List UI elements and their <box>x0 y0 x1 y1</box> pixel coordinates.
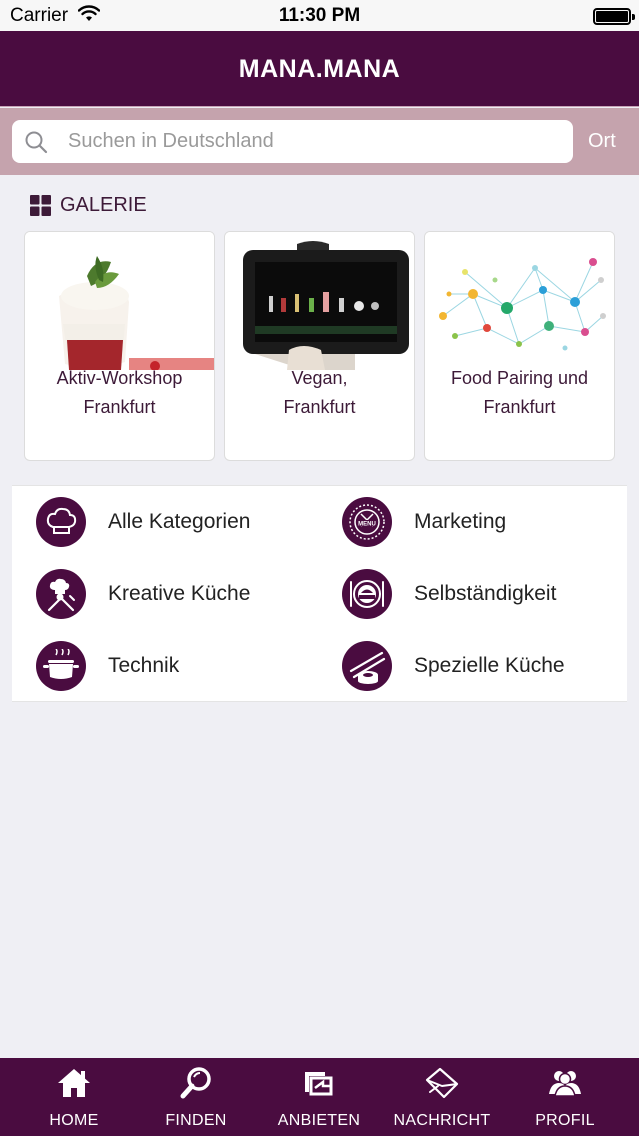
tab-label: NACHRICHT <box>393 1112 491 1129</box>
card-title: Aktiv-Workshop <box>56 368 183 388</box>
search-bar: Suchen in Deutschland Ort <box>0 108 639 175</box>
category-label: Technik <box>108 654 180 677</box>
search-placeholder: Suchen in Deutschland <box>68 130 274 152</box>
category-spezielle-kueche[interactable]: Spezielle Küche <box>342 640 565 692</box>
svg-text:MENU: MENU <box>358 522 376 528</box>
tab-home[interactable]: HOME <box>14 1058 134 1136</box>
card-location: Frankfurt <box>483 397 556 417</box>
search-icon <box>25 131 48 154</box>
chef-cutlery-icon <box>36 569 86 619</box>
tab-label: PROFIL <box>535 1112 595 1129</box>
category-technik[interactable]: Technik <box>36 640 179 692</box>
category-label: Kreative Küche <box>108 582 251 605</box>
battery-icon <box>593 8 635 25</box>
card-location: Frankfurt <box>83 397 156 417</box>
category-list: Alle Kategorien MENU Marketing Kreative … <box>12 485 627 702</box>
gallery-card-aktiv-workshop[interactable]: Aktiv-Workshop Frankfurt <box>24 231 215 461</box>
tab-anbieten[interactable]: ANBIETEN <box>259 1058 379 1136</box>
category-kreative-kueche[interactable]: Kreative Küche <box>36 568 250 620</box>
chef-hat-icon <box>36 497 86 547</box>
card-caption: Aktiv-Workshop Frankfurt <box>25 364 214 422</box>
home-icon <box>58 1069 90 1097</box>
category-label: Marketing <box>414 510 507 533</box>
card-caption: Vegan, Frankfurt <box>225 364 414 422</box>
search-icon <box>180 1067 211 1099</box>
category-label: Selbständigkeit <box>414 582 557 605</box>
card-caption: Food Pairing und Frankfurt <box>425 364 614 422</box>
tab-finden[interactable]: FINDEN <box>136 1058 256 1136</box>
gallery-title: GALERIE <box>60 193 147 216</box>
category-alle-kategorien[interactable]: Alle Kategorien <box>36 496 250 548</box>
gallery-card-vegan[interactable]: Vegan, Frankfurt <box>224 231 415 461</box>
offer-icon <box>305 1072 333 1096</box>
category-label: Alle Kategorien <box>108 510 251 533</box>
card-image-network-graph <box>425 232 614 370</box>
envelope-icon <box>425 1067 459 1099</box>
menu-badge-icon: MENU <box>342 497 392 547</box>
tab-bar: HOME FINDEN ANBIETEN NACHRICHT PROFIL <box>0 1058 639 1136</box>
location-button[interactable]: Ort <box>588 108 616 175</box>
restaurant-plate-icon <box>342 569 392 619</box>
category-label: Spezielle Küche <box>414 654 565 677</box>
navigation-bar: MANA.MANA <box>0 31 639 107</box>
app-title: MANA.MANA <box>238 55 401 83</box>
search-input[interactable]: Suchen in Deutschland <box>12 120 573 163</box>
gallery-card-food-pairing[interactable]: Food Pairing und Frankfurt <box>424 231 615 461</box>
cooking-pot-icon <box>36 641 86 691</box>
category-marketing[interactable]: MENU Marketing <box>342 496 506 548</box>
grid-icon <box>30 194 51 216</box>
card-title: Vegan, <box>291 368 348 388</box>
card-location: Frankfurt <box>283 397 356 417</box>
card-title: Food Pairing und <box>450 368 589 388</box>
tab-nachricht[interactable]: NACHRICHT <box>382 1058 502 1136</box>
clock: 11:30 PM <box>278 5 361 26</box>
users-icon <box>549 1071 581 1097</box>
tab-profil[interactable]: PROFIL <box>505 1058 625 1136</box>
gallery-heading: GALERIE <box>30 192 147 218</box>
card-image-dessert <box>25 232 214 370</box>
tab-label: ANBIETEN <box>277 1112 361 1129</box>
tab-label: HOME <box>49 1112 99 1129</box>
category-selbstaendigkeit[interactable]: Selbständigkeit <box>342 568 556 620</box>
sushi-chopsticks-icon <box>342 641 392 691</box>
card-image-tablet-menu <box>225 232 414 370</box>
tab-label: FINDEN <box>165 1112 227 1129</box>
status-bar: Carrier 11:30 PM <box>0 0 639 31</box>
